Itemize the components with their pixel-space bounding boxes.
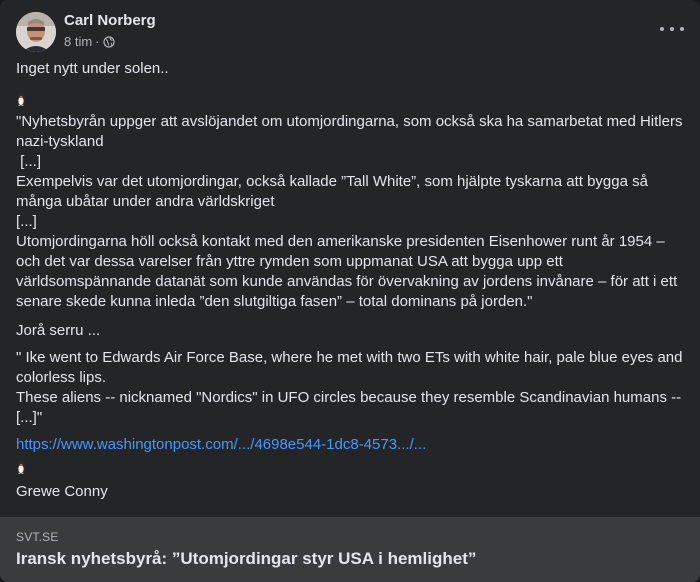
link-paragraph: https://www.washingtonpost.com/.../4698e… [16,435,688,455]
meta-separator: · [95,34,100,49]
article-link[interactable]: https://www.washingtonpost.com/.../4698e… [16,436,426,453]
post-signature: Grewe Conny [16,483,108,500]
penguin-line [16,457,688,477]
quote-line: [...] [16,153,42,170]
post-timestamp[interactable]: 8 tim [64,34,92,50]
penguin-icon [17,460,25,475]
more-horizontal-icon [670,27,674,31]
more-horizontal-icon [680,27,684,31]
quote-line: These aliens -- nicknamed "Nordics" in U… [16,389,682,426]
avatar[interactable] [16,12,56,52]
penguin-icon [17,92,25,107]
author-name[interactable]: Carl Norberg [64,12,156,30]
quote-line: Exempelvis var det utomjordingar, också … [16,173,648,210]
quote-paragraph-1: "Nyhetsbyrån uppger att avslöjandet om u… [16,112,688,312]
post-intro: Inget nytt under solen.. [16,60,169,77]
quote-line: Utomjordingarna höll också kontakt med d… [16,233,678,310]
preview-domain: SVT.SE [16,530,59,544]
post-meta: 8 tim · [64,34,115,50]
quote-paragraph-2: " Ike went to Edwards Air Force Base, wh… [16,348,688,428]
post-body: Inget nytt under solen.. "Nyhetsbyrån up… [16,59,688,509]
more-horizontal-icon [660,27,664,31]
post-header: Carl Norberg 8 tim · [16,12,684,54]
more-options-button[interactable] [660,20,684,38]
post-remark: Jorå serru ... [16,322,101,339]
preview-title[interactable]: Iransk nyhetsbyrå: ”Utomjordingar styr U… [16,548,476,570]
link-preview[interactable]: SVT.SE Iransk nyhetsbyrå: ”Utomjordingar… [0,517,700,582]
profile-photo [16,12,56,52]
globe-icon [102,36,115,48]
post-card: Carl Norberg 8 tim · Inget nytt under so… [0,0,700,582]
quote-line: " Ike went to Edwards Air Force Base, wh… [16,349,683,386]
quote-line: [...] [16,213,37,230]
quote-line: "Nyhetsbyrån uppger att avslöjandet om u… [16,113,683,150]
penguin-line [16,89,688,109]
